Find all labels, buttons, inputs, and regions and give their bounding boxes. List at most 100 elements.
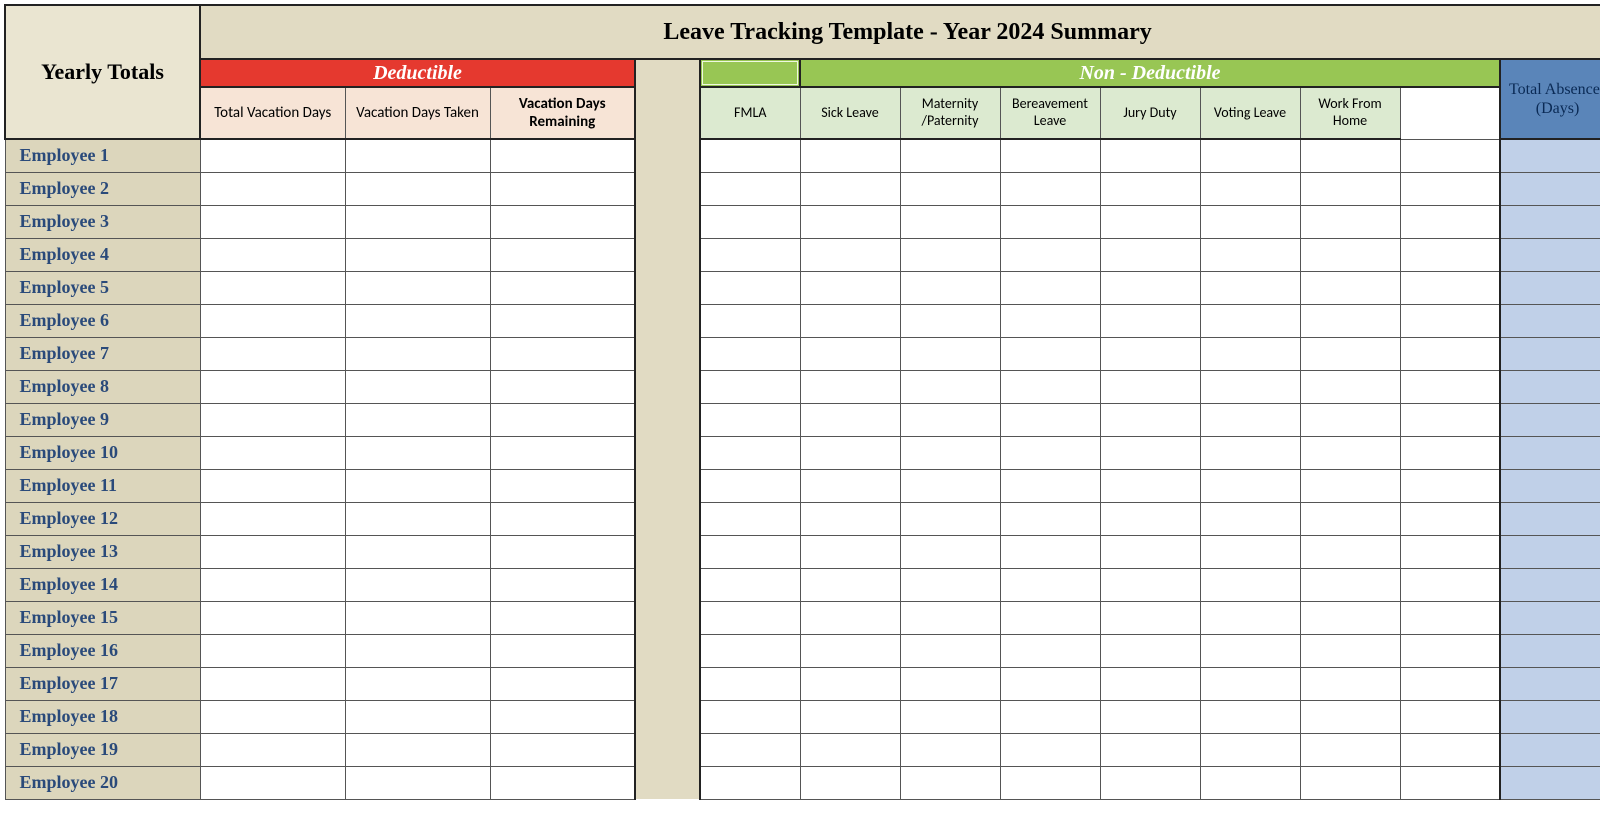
deductible-cell[interactable] (490, 469, 635, 502)
nondeductible-cell[interactable] (1200, 139, 1300, 172)
nondeductible-cell[interactable] (1000, 205, 1100, 238)
nondeductible-cell[interactable] (1100, 238, 1200, 271)
nondeductible-cell[interactable] (1400, 238, 1500, 271)
deductible-cell[interactable] (345, 238, 490, 271)
nondeductible-cell[interactable] (1000, 766, 1100, 799)
deductible-cell[interactable] (200, 634, 345, 667)
deductible-cell[interactable] (345, 568, 490, 601)
deductible-cell[interactable] (200, 766, 345, 799)
nondeductible-cell[interactable] (1300, 370, 1400, 403)
nondeductible-cell[interactable] (1400, 601, 1500, 634)
nondeductible-cell[interactable] (800, 601, 900, 634)
deductible-cell[interactable] (490, 568, 635, 601)
nondeductible-cell[interactable] (1300, 403, 1400, 436)
nondeductible-cell[interactable] (800, 535, 900, 568)
employee-label[interactable]: Employee 6 (5, 304, 200, 337)
total-absences-cell[interactable] (1500, 634, 1600, 667)
nondeductible-cell[interactable] (1300, 766, 1400, 799)
nondeductible-cell[interactable] (1200, 700, 1300, 733)
nondeductible-cell[interactable] (1000, 238, 1100, 271)
total-absences-cell[interactable] (1500, 535, 1600, 568)
nondeductible-cell[interactable] (1000, 634, 1100, 667)
nondeductible-cell[interactable] (800, 733, 900, 766)
employee-label[interactable]: Employee 16 (5, 634, 200, 667)
nondeductible-cell[interactable] (1100, 370, 1200, 403)
nondeductible-cell[interactable] (900, 304, 1000, 337)
deductible-cell[interactable] (490, 304, 635, 337)
deductible-cell[interactable] (345, 535, 490, 568)
total-absences-cell[interactable] (1500, 403, 1600, 436)
nondeductible-cell[interactable] (1100, 700, 1200, 733)
deductible-cell[interactable] (200, 271, 345, 304)
nondeductible-cell[interactable] (1300, 700, 1400, 733)
deductible-cell[interactable] (490, 172, 635, 205)
nondeductible-cell[interactable] (900, 337, 1000, 370)
nondeductible-cell[interactable] (1400, 502, 1500, 535)
nondeductible-cell[interactable] (900, 271, 1000, 304)
deductible-cell[interactable] (345, 139, 490, 172)
total-absences-cell[interactable] (1500, 436, 1600, 469)
total-absences-cell[interactable] (1500, 700, 1600, 733)
total-absences-cell[interactable] (1500, 205, 1600, 238)
deductible-cell[interactable] (490, 502, 635, 535)
nondeductible-cell[interactable] (1100, 733, 1200, 766)
nondeductible-cell[interactable] (700, 436, 800, 469)
total-absences-cell[interactable] (1500, 139, 1600, 172)
employee-label[interactable]: Employee 1 (5, 139, 200, 172)
nondeductible-cell[interactable] (700, 370, 800, 403)
nondeductible-cell[interactable] (700, 238, 800, 271)
total-absences-cell[interactable] (1500, 271, 1600, 304)
nondeductible-cell[interactable] (1100, 337, 1200, 370)
deductible-cell[interactable] (200, 172, 345, 205)
nondeductible-cell[interactable] (1100, 667, 1200, 700)
nondeductible-cell[interactable] (800, 337, 900, 370)
nondeductible-cell[interactable] (1200, 337, 1300, 370)
nondeductible-cell[interactable] (900, 766, 1000, 799)
nondeductible-cell[interactable] (800, 568, 900, 601)
nondeductible-cell[interactable] (1100, 139, 1200, 172)
nondeductible-cell[interactable] (1200, 205, 1300, 238)
nondeductible-cell[interactable] (800, 205, 900, 238)
total-absences-cell[interactable] (1500, 337, 1600, 370)
nondeductible-cell[interactable] (1400, 139, 1500, 172)
nondeductible-cell[interactable] (800, 766, 900, 799)
nondeductible-cell[interactable] (700, 733, 800, 766)
deductible-cell[interactable] (345, 634, 490, 667)
nondeductible-cell[interactable] (1000, 436, 1100, 469)
employee-label[interactable]: Employee 5 (5, 271, 200, 304)
nondeductible-cell[interactable] (1100, 205, 1200, 238)
deductible-cell[interactable] (490, 766, 635, 799)
deductible-cell[interactable] (200, 370, 345, 403)
deductible-cell[interactable] (490, 436, 635, 469)
nondeductible-cell[interactable] (1000, 502, 1100, 535)
nondeductible-cell[interactable] (1400, 634, 1500, 667)
nondeductible-cell[interactable] (700, 403, 800, 436)
nondeductible-cell[interactable] (900, 205, 1000, 238)
nondeductible-cell[interactable] (1100, 436, 1200, 469)
deductible-cell[interactable] (490, 700, 635, 733)
nondeductible-cell[interactable] (700, 634, 800, 667)
nondeductible-cell[interactable] (1200, 238, 1300, 271)
nondeductible-cell[interactable] (1000, 271, 1100, 304)
deductible-cell[interactable] (200, 238, 345, 271)
nondeductible-cell[interactable] (700, 535, 800, 568)
nondeductible-cell[interactable] (800, 469, 900, 502)
employee-label[interactable]: Employee 4 (5, 238, 200, 271)
deductible-cell[interactable] (490, 733, 635, 766)
nondeductible-cell[interactable] (1300, 667, 1400, 700)
employee-label[interactable]: Employee 8 (5, 370, 200, 403)
employee-label[interactable]: Employee 14 (5, 568, 200, 601)
nondeductible-cell[interactable] (800, 238, 900, 271)
total-absences-cell[interactable] (1500, 370, 1600, 403)
total-absences-cell[interactable] (1500, 238, 1600, 271)
employee-label[interactable]: Employee 13 (5, 535, 200, 568)
nondeductible-cell[interactable] (1200, 469, 1300, 502)
deductible-cell[interactable] (200, 403, 345, 436)
nondeductible-cell[interactable] (800, 403, 900, 436)
employee-label[interactable]: Employee 9 (5, 403, 200, 436)
deductible-cell[interactable] (345, 601, 490, 634)
nondeductible-cell[interactable] (800, 139, 900, 172)
nondeductible-cell[interactable] (700, 271, 800, 304)
nondeductible-cell[interactable] (1200, 733, 1300, 766)
deductible-cell[interactable] (200, 139, 345, 172)
